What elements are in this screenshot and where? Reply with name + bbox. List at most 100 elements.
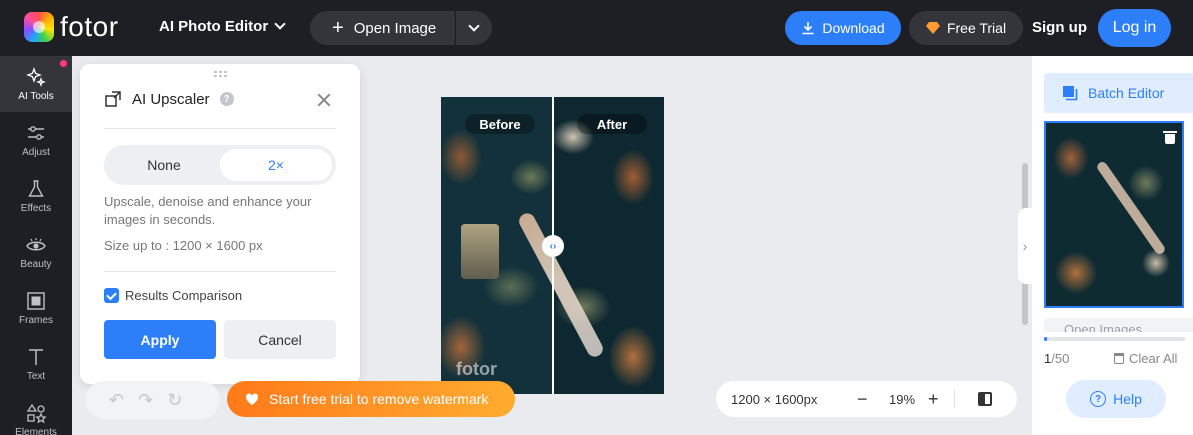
frame-icon — [27, 292, 45, 310]
panel-description: Upscale, denoise and enhance your images… — [104, 194, 312, 227]
upscale-option-toggle: None 2× — [104, 145, 336, 185]
text-icon — [29, 349, 43, 365]
sidebar-item-label: Beauty — [20, 259, 52, 270]
sidebar-item-beauty[interactable]: Beauty — [0, 224, 72, 280]
fotor-logo-icon — [24, 12, 54, 42]
trash-icon[interactable] — [1163, 131, 1177, 144]
free-trial-button[interactable]: Free Trial — [909, 11, 1023, 45]
image-dimensions: 1200 × 1600px — [731, 391, 818, 407]
zoom-out-button[interactable]: − — [857, 389, 868, 410]
history-controls: ↶ ↷ ↻ — [85, 381, 220, 419]
zoom-level: 19% — [889, 391, 916, 407]
brand-name: fotor — [60, 11, 119, 42]
remove-watermark-banner[interactable]: Start free trial to remove watermark — [227, 381, 515, 417]
sidebar-item-frames[interactable]: Frames — [0, 280, 72, 336]
sidebar-item-effects[interactable]: Effects — [0, 168, 72, 224]
log-in-button[interactable]: Log in — [1098, 9, 1171, 47]
download-button[interactable]: Download — [785, 11, 901, 45]
flask-icon — [28, 180, 44, 197]
after-label: After — [577, 114, 647, 134]
image-count-progress — [1044, 337, 1185, 341]
free-trial-label: Free Trial — [946, 20, 1007, 36]
before-label: Before — [465, 114, 535, 134]
sidebar-item-elements[interactable]: Elements — [0, 392, 72, 435]
close-icon[interactable] — [316, 92, 332, 108]
sidebar-item-label: Effects — [20, 203, 52, 214]
help-label: Help — [1113, 391, 1142, 407]
eye-icon — [26, 238, 46, 251]
sidebar-item-ai-tools[interactable]: AI Tools — [0, 56, 72, 112]
image-count: 1/50 — [1044, 351, 1069, 366]
compare-icon[interactable] — [978, 392, 992, 406]
size-note: Size up to : 1200 × 1600 px — [104, 238, 263, 253]
watermark: fotor — [456, 359, 497, 379]
zoom-in-button[interactable]: + — [928, 389, 939, 410]
sliders-icon — [28, 126, 44, 140]
trash-icon — [1114, 353, 1124, 364]
batch-editor-button[interactable]: Batch Editor — [1044, 73, 1193, 113]
clear-all-label: Clear All — [1129, 351, 1178, 366]
editor-menu-dropdown[interactable]: AI Photo Editor — [159, 18, 286, 35]
sidebar-item-label: AI Tools — [18, 91, 54, 102]
checkbox-checked-icon — [104, 288, 119, 303]
collapse-panel-toggle[interactable]: › — [1018, 208, 1032, 284]
option-2x[interactable]: 2× — [220, 149, 332, 181]
sidebar-item-label: Elements — [15, 427, 57, 435]
help-icon[interactable]: ? — [219, 92, 234, 106]
batch-editor-label: Batch Editor — [1088, 85, 1165, 101]
right-panel: Batch Editor Open Images 1/50 Clear All … — [1032, 56, 1193, 435]
results-comparison-checkbox[interactable]: Results Comparison — [104, 288, 242, 303]
sidebar-item-label: Frames — [19, 315, 53, 326]
divider — [104, 128, 336, 129]
sparkle-icon — [26, 67, 46, 87]
divider — [104, 271, 336, 272]
editor-menu-label: AI Photo Editor — [159, 18, 269, 35]
sidebar-item-adjust[interactable]: Adjust — [0, 112, 72, 168]
clear-all-button[interactable]: Clear All — [1114, 351, 1177, 366]
diamond-icon — [925, 22, 940, 34]
sidebar-item-label: Adjust — [22, 147, 50, 158]
sidebar-item-text[interactable]: Text — [0, 336, 72, 392]
image-thumbnail[interactable] — [1044, 121, 1184, 308]
shapes-icon — [26, 403, 47, 424]
chevron-down-icon — [468, 19, 480, 32]
plus-icon: + — [332, 17, 344, 39]
panel-title-text: AI Upscaler — [132, 90, 210, 108]
comparison-slider-handle[interactable]: ‹› — [542, 235, 564, 257]
open-images-label: Open Images — [1064, 322, 1143, 332]
fotor-logo[interactable]: fotor — [24, 12, 119, 42]
notification-dot — [60, 60, 67, 67]
open-image-label: Open Image — [353, 19, 437, 37]
ai-upscaler-panel: AI Upscaler ? None 2× Upscale, denoise a… — [80, 64, 360, 384]
sidebar-item-label: Text — [26, 371, 46, 382]
canvas-image[interactable]: Before After ‹› fotor — [441, 97, 664, 394]
divider — [954, 390, 955, 408]
help-icon: ? — [1090, 391, 1107, 407]
after-image — [553, 97, 664, 394]
help-button[interactable]: ? Help — [1066, 380, 1166, 418]
option-none[interactable]: None — [108, 149, 220, 181]
drag-handle[interactable] — [213, 70, 229, 78]
top-bar: fotor AI Photo Editor + Open Image Downl… — [0, 0, 1193, 56]
download-icon — [802, 22, 814, 35]
left-sidebar: AI Tools Adjust Effects Beauty Frames Te… — [0, 56, 72, 435]
apply-button[interactable]: Apply — [104, 320, 216, 359]
redo-icon[interactable]: ↷ — [138, 390, 153, 411]
open-image-dropdown[interactable] — [456, 11, 492, 45]
upscale-icon — [105, 91, 121, 107]
banner-text: Start free trial to remove watermark — [269, 391, 489, 407]
shoe-graphic — [1095, 160, 1167, 256]
batch-icon — [1063, 86, 1078, 101]
open-image-button[interactable]: + Open Image — [310, 11, 455, 45]
open-images-button[interactable]: Open Images — [1044, 318, 1193, 332]
download-label: Download — [822, 20, 885, 36]
progress-fill — [1044, 337, 1047, 341]
reset-icon[interactable]: ↻ — [167, 390, 182, 411]
results-comparison-label: Results Comparison — [125, 288, 243, 303]
panel-title: AI Upscaler ? — [104, 90, 234, 108]
chevron-down-icon — [274, 18, 286, 30]
cancel-button[interactable]: Cancel — [224, 320, 336, 359]
sign-up-link[interactable]: Sign up — [1032, 19, 1087, 36]
undo-icon[interactable]: ↶ — [109, 390, 124, 411]
zoom-controls: 1200 × 1600px − 19% + — [716, 381, 1017, 417]
